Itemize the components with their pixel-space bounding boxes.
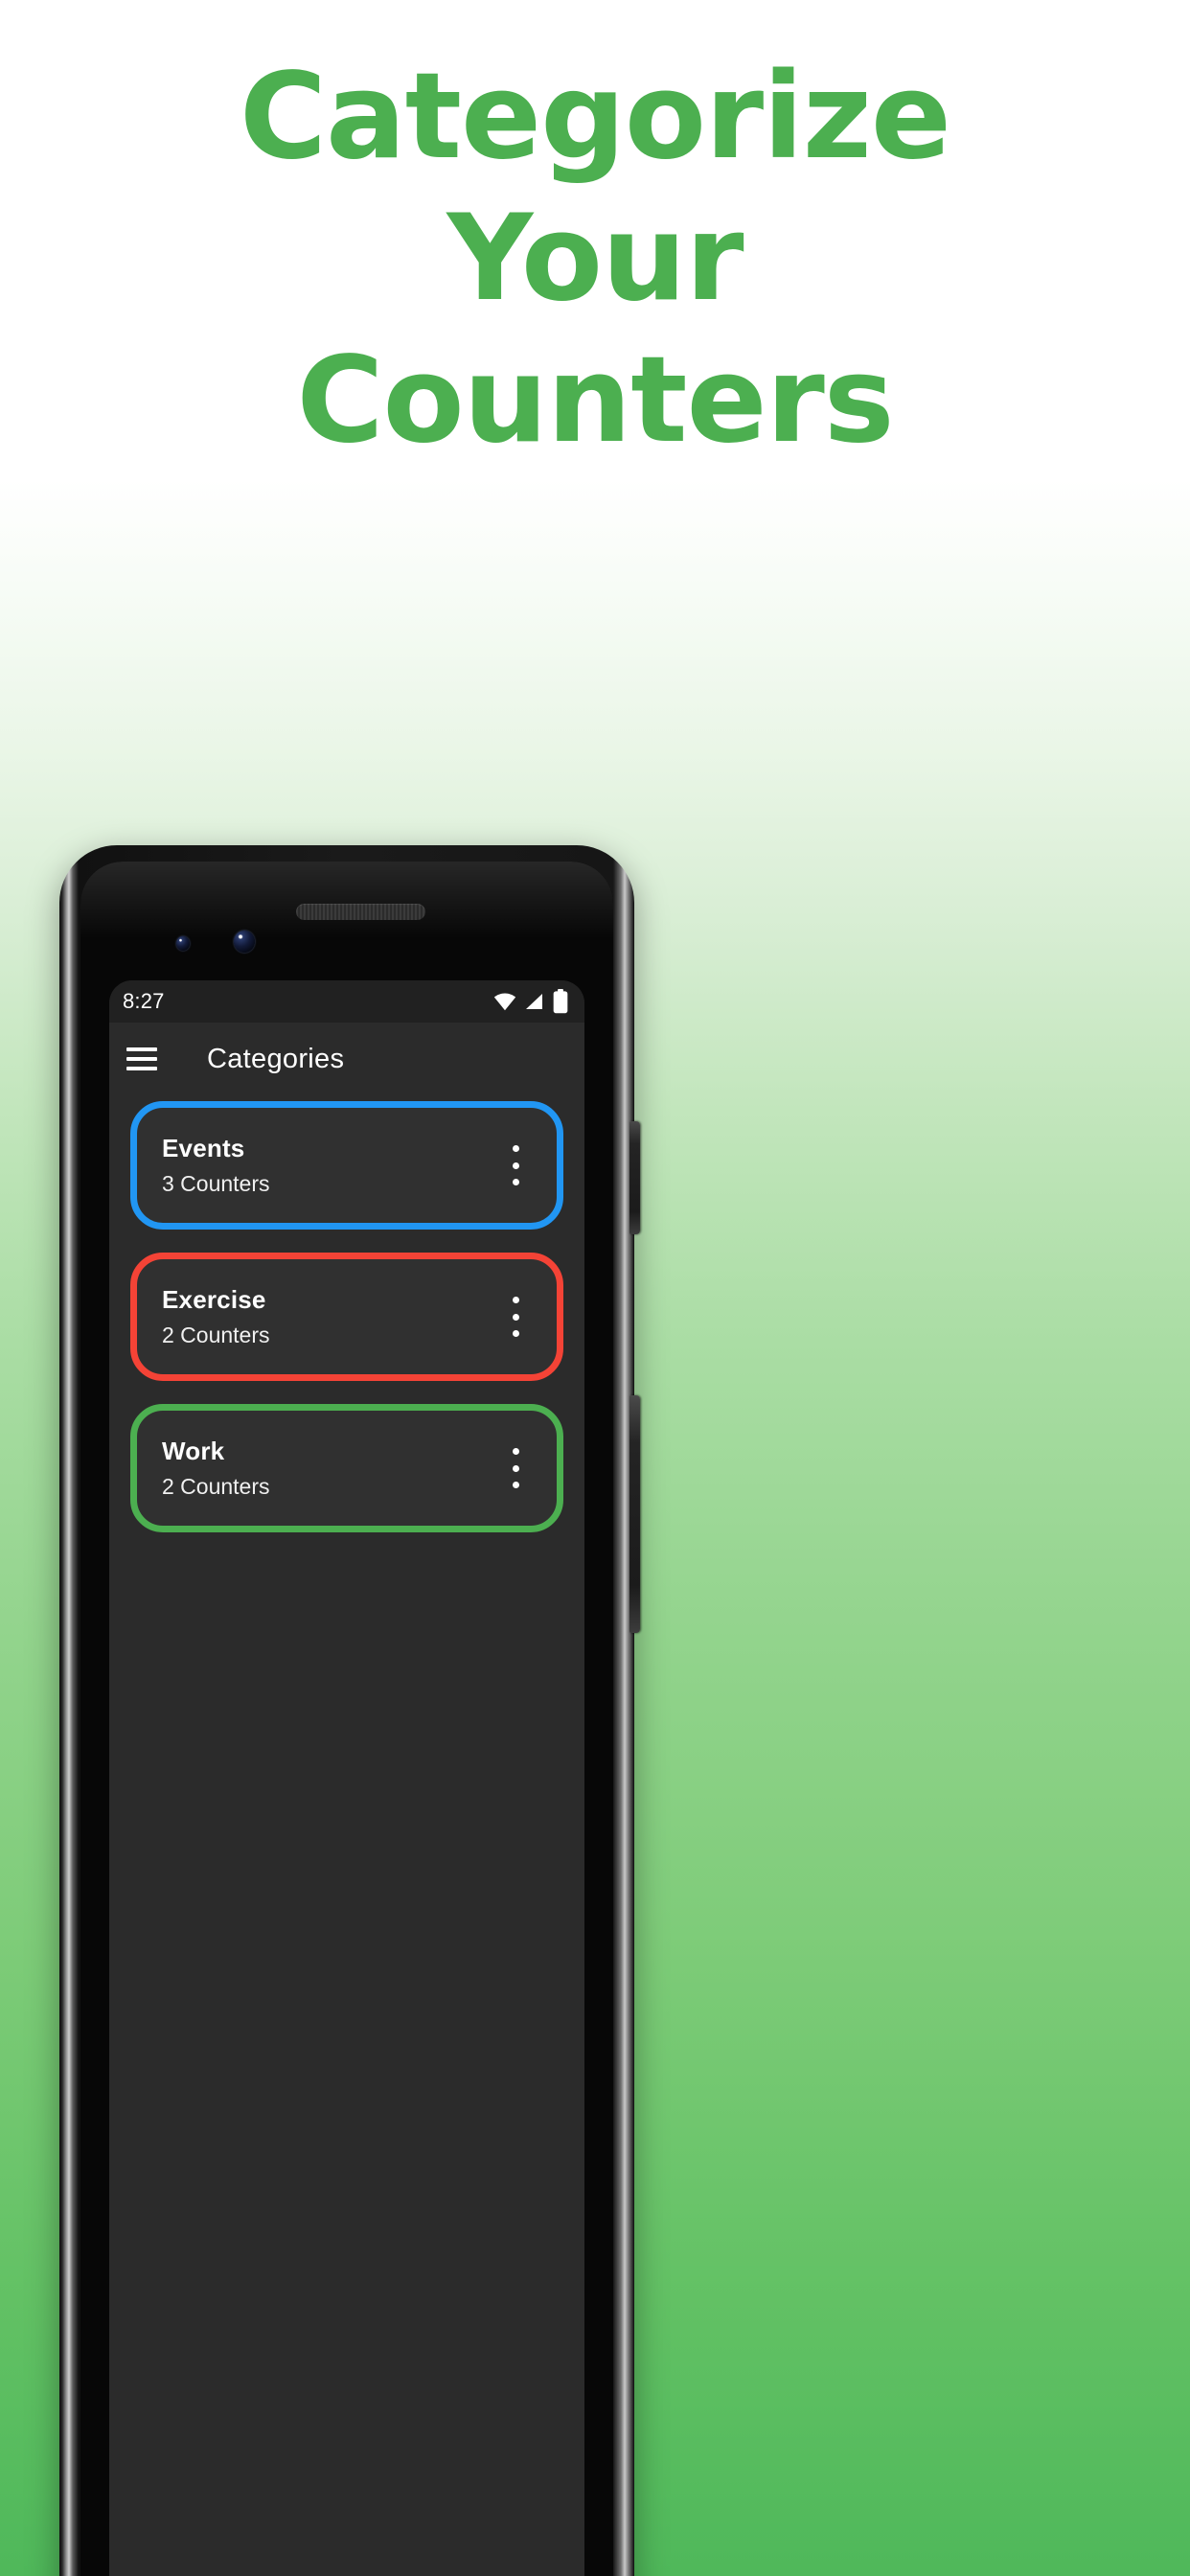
kebab-dot-1 bbox=[512, 1297, 519, 1303]
kebab-dot-2 bbox=[512, 1464, 519, 1472]
category-counter-count: 3 Counters bbox=[162, 1171, 270, 1196]
wifi-icon bbox=[493, 993, 516, 1011]
category-counter-count: 2 Counters bbox=[162, 1322, 270, 1347]
category-name: Events bbox=[162, 1134, 245, 1162]
app-bar: Categories bbox=[109, 1023, 584, 1095]
category-card-work[interactable]: Work 2 Counters bbox=[130, 1404, 563, 1532]
more-vertical-icon[interactable] bbox=[499, 1446, 532, 1490]
category-name: Work bbox=[162, 1437, 225, 1465]
category-counter-count: 2 Counters bbox=[162, 1474, 270, 1499]
kebab-dot-3 bbox=[512, 1330, 519, 1337]
front-camera-secondary-icon bbox=[176, 936, 190, 951]
category-card-events[interactable]: Events 3 Counters bbox=[130, 1101, 563, 1230]
cellular-signal-icon bbox=[526, 994, 542, 1009]
volume-rocker[interactable] bbox=[629, 1395, 640, 1633]
hamburger-bar-1 bbox=[126, 1047, 157, 1051]
headline-line-3: Counters bbox=[296, 332, 894, 470]
category-card-exercise[interactable]: Exercise 2 Counters bbox=[130, 1253, 563, 1381]
kebab-dot-2 bbox=[512, 1313, 519, 1321]
category-card-text: Work 2 Counters bbox=[162, 1435, 499, 1502]
bezel-gloss bbox=[80, 862, 613, 938]
kebab-dot-3 bbox=[512, 1179, 519, 1185]
hamburger-menu-icon[interactable] bbox=[126, 1047, 157, 1070]
status-bar: 8:27 bbox=[109, 980, 584, 1023]
hamburger-bar-2 bbox=[126, 1057, 157, 1061]
promo-headline: Categorize Your Counters bbox=[0, 46, 1190, 472]
phone-mockup: 8:27 Categories Events 3 Counters Exerci… bbox=[59, 845, 640, 2576]
kebab-dot-1 bbox=[512, 1448, 519, 1455]
status-bar-icons bbox=[492, 989, 569, 1014]
more-vertical-icon[interactable] bbox=[499, 1143, 532, 1187]
status-bar-clock: 8:27 bbox=[123, 989, 165, 1013]
phone-bezel: 8:27 Categories Events 3 Counters Exerci… bbox=[80, 862, 613, 2576]
front-camera-primary-icon bbox=[234, 931, 255, 953]
earpiece-speaker-icon bbox=[296, 904, 425, 920]
kebab-dot-2 bbox=[512, 1162, 519, 1169]
page-title: Categories bbox=[207, 1043, 345, 1074]
promo-screenshot: Categorize Your Counters 8:27 Categories… bbox=[0, 0, 1190, 2576]
phone-screen: 8:27 Categories Events 3 Counters Exerci… bbox=[109, 980, 584, 2576]
battery-icon bbox=[553, 989, 568, 1014]
category-list: Events 3 Counters Exercise 2 Counters Wo… bbox=[109, 1095, 584, 2576]
more-vertical-icon[interactable] bbox=[499, 1295, 532, 1339]
headline-line-1: Categorize bbox=[240, 48, 951, 186]
kebab-dot-1 bbox=[512, 1145, 519, 1152]
hamburger-bar-3 bbox=[126, 1067, 157, 1070]
category-card-text: Exercise 2 Counters bbox=[162, 1283, 499, 1350]
category-name: Exercise bbox=[162, 1285, 266, 1314]
kebab-dot-3 bbox=[512, 1482, 519, 1488]
power-button[interactable] bbox=[629, 1121, 640, 1234]
headline-line-2: Your bbox=[446, 190, 744, 328]
category-card-text: Events 3 Counters bbox=[162, 1132, 499, 1199]
